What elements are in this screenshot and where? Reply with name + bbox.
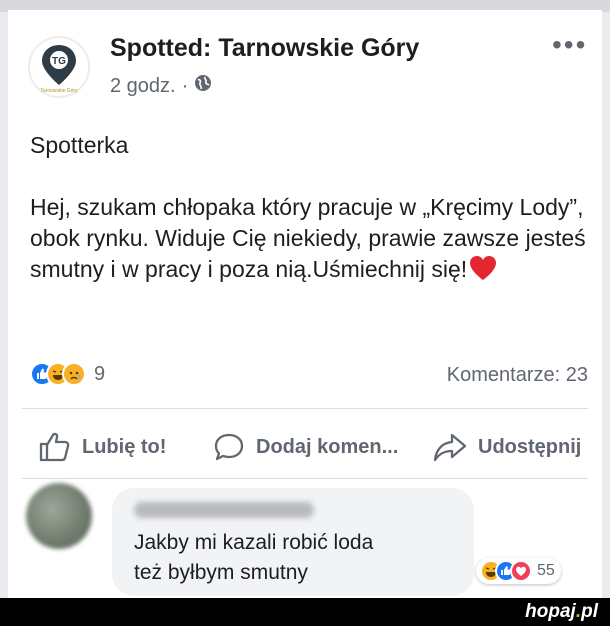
- comment-line-2: też byłbym smutny: [134, 561, 308, 584]
- watermark-bar: hopaj.pl: [0, 598, 610, 626]
- page-avatar[interactable]: TG Tarnowskie Góry: [28, 36, 90, 98]
- comment-button[interactable]: Dodaj komen...: [212, 430, 398, 464]
- page-name-link[interactable]: Spotted: Tarnowskie Góry: [110, 34, 419, 63]
- post-action-bar: Lubię to! Dodaj komen... Udostępnij: [8, 430, 602, 470]
- watermark-tld: pl: [581, 601, 598, 622]
- meta-separator: ·: [181, 74, 189, 97]
- post-paragraph-2: Hej, szukam chłopaka który pracuje w „Kr…: [30, 192, 590, 289]
- comment-text: Jakby mi kazali robić loda też byłbym sm…: [134, 528, 373, 588]
- comment-reaction-summary[interactable]: 55: [476, 558, 561, 584]
- post-card: TG Tarnowskie Góry Spotted: Tarnowskie G…: [8, 10, 602, 598]
- post-paragraph-1: Spotterka: [30, 132, 129, 158]
- post-timestamp[interactable]: 2 godz.: [110, 75, 176, 98]
- action-bar-divider-top: [22, 408, 588, 409]
- thumbs-up-icon: [39, 432, 70, 462]
- heart-emoji-icon: [469, 255, 497, 289]
- avatar-initials: TG: [52, 56, 66, 67]
- share-label: Udostępnij: [478, 435, 582, 458]
- sad-reaction-icon: [62, 362, 86, 386]
- post-body: Spotterka Hej, szukam chłopaka który pra…: [30, 130, 590, 289]
- location-pin-logo-icon: TG Tarnowskie Góry: [40, 45, 78, 94]
- commenter-avatar[interactable]: [26, 483, 92, 549]
- love-reaction-icon: [510, 560, 532, 582]
- watermark-brand: hopaj: [525, 601, 576, 622]
- commenter-name-blurred: [134, 502, 314, 518]
- like-label: Lubię to!: [82, 435, 167, 458]
- comment-reaction-count: 55: [537, 562, 555, 579]
- post-paragraph-2-text: Hej, szukam chłopaka który pracuje w „Kr…: [30, 194, 586, 282]
- share-arrow-icon: [433, 433, 467, 462]
- speech-bubble-icon: [214, 433, 244, 461]
- avatar-caption: Tarnowskie Góry: [40, 88, 78, 94]
- share-button[interactable]: Udostępnij: [432, 430, 581, 464]
- like-button[interactable]: Lubię to!: [38, 430, 166, 464]
- comments-count-link[interactable]: Komentarze: 23: [447, 364, 588, 387]
- comment-bubble: Jakby mi kazali robić loda też byłbym sm…: [112, 488, 474, 596]
- reaction-count: 9: [94, 362, 106, 385]
- comment-line-1: Jakby mi kazali robić loda: [134, 531, 374, 554]
- comment-label: Dodaj komen...: [256, 435, 399, 458]
- reaction-summary[interactable]: 9: [30, 362, 105, 386]
- hopaj-watermark-logo: hopaj.pl: [525, 598, 598, 626]
- action-bar-divider-bottom: [22, 478, 588, 479]
- more-options-icon[interactable]: •••: [552, 31, 587, 59]
- post-meta: 2 godz. ·: [110, 74, 212, 98]
- globe-icon: [194, 74, 212, 98]
